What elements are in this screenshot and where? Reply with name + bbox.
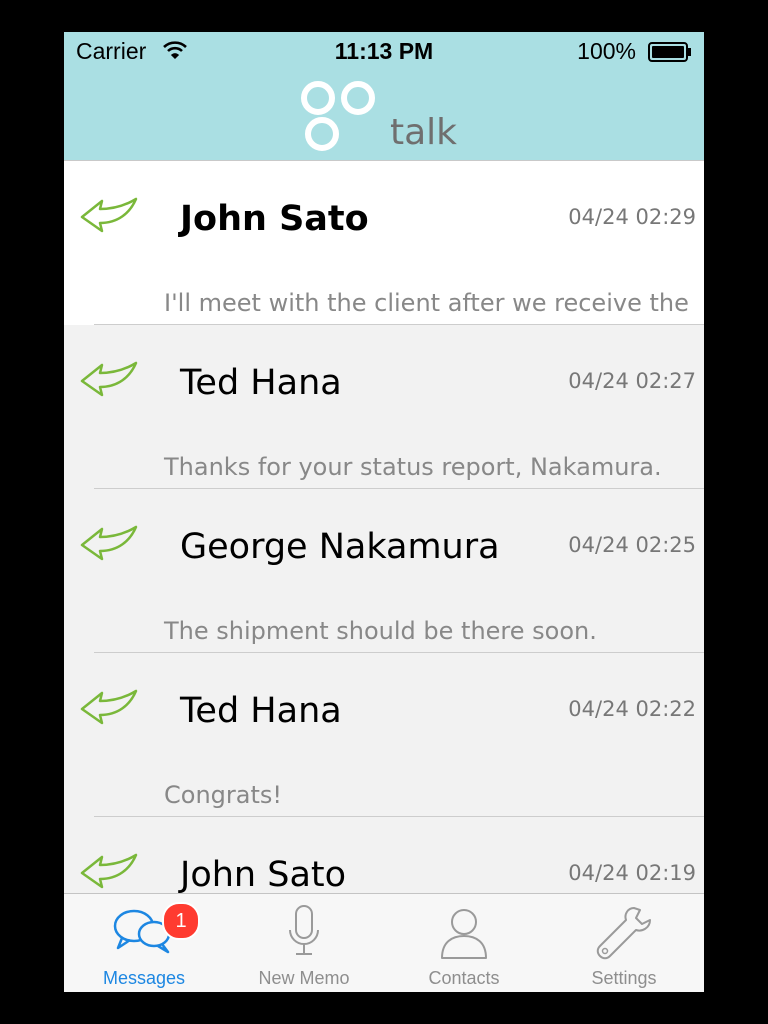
message-row[interactable]: John Sato 04/24 02:19 (64, 817, 704, 893)
microphone-icon (289, 905, 319, 955)
reply-arrow-icon (80, 689, 138, 725)
message-time: 04/24 02:22 (568, 697, 696, 721)
wrench-icon (596, 907, 651, 960)
tab-contacts[interactable]: Contacts (384, 894, 544, 992)
message-time: 04/24 02:27 (568, 369, 696, 393)
sender-name: John Sato (180, 199, 369, 239)
reply-arrow-icon (80, 197, 138, 233)
tab-label: Settings (591, 968, 657, 988)
app-header: Carrier 11:13 PM 100% talk (64, 32, 704, 161)
reply-arrow-icon (80, 361, 138, 397)
tab-label: New Memo (258, 968, 350, 988)
go-logo-icon (301, 81, 375, 151)
message-preview: The shipment should be there soon. (164, 617, 597, 645)
message-row[interactable]: George Nakamura 04/24 02:25 The shipment… (64, 489, 704, 653)
sender-name: Ted Hana (180, 363, 342, 403)
gotalk-logo: talk (300, 76, 470, 160)
message-preview: Thanks for your status report, Nakamura. (164, 453, 662, 481)
message-row[interactable]: John Sato 04/24 02:29 I'll meet with the… (64, 161, 704, 325)
message-time: 04/24 02:19 (568, 861, 696, 885)
sender-name: Ted Hana (180, 691, 342, 731)
reply-arrow-icon (80, 525, 138, 561)
phone-screen: Carrier 11:13 PM 100% talk John Sato 04/… (64, 32, 704, 992)
message-preview: Congrats! (164, 781, 282, 809)
battery-icon (648, 42, 691, 62)
battery-percent: 100% (577, 38, 636, 64)
logo-text: talk (390, 112, 458, 153)
tab-label: Messages (102, 968, 186, 988)
sender-name: John Sato (180, 855, 347, 893)
message-row[interactable]: Ted Hana 04/24 02:22 Congrats! (64, 653, 704, 817)
message-time: 04/24 02:29 (568, 205, 696, 229)
person-icon (441, 909, 487, 959)
message-time: 04/24 02:25 (568, 533, 696, 557)
message-list[interactable]: John Sato 04/24 02:29 I'll meet with the… (64, 161, 704, 893)
tab-messages[interactable]: 1 Messages (64, 894, 224, 992)
unread-badge: 1 (162, 902, 200, 940)
reply-arrow-icon (80, 853, 138, 889)
message-preview: I'll meet with the client after we recei… (164, 289, 689, 317)
message-row[interactable]: Ted Hana 04/24 02:27 Thanks for your sta… (64, 325, 704, 489)
tab-new-memo[interactable]: New Memo (224, 894, 384, 992)
tab-settings[interactable]: Settings (544, 894, 704, 992)
tab-bar: 1 Messages New Memo Contacts Settings (64, 893, 704, 992)
sender-name: George Nakamura (180, 527, 500, 567)
tab-label: Contacts (428, 968, 500, 988)
